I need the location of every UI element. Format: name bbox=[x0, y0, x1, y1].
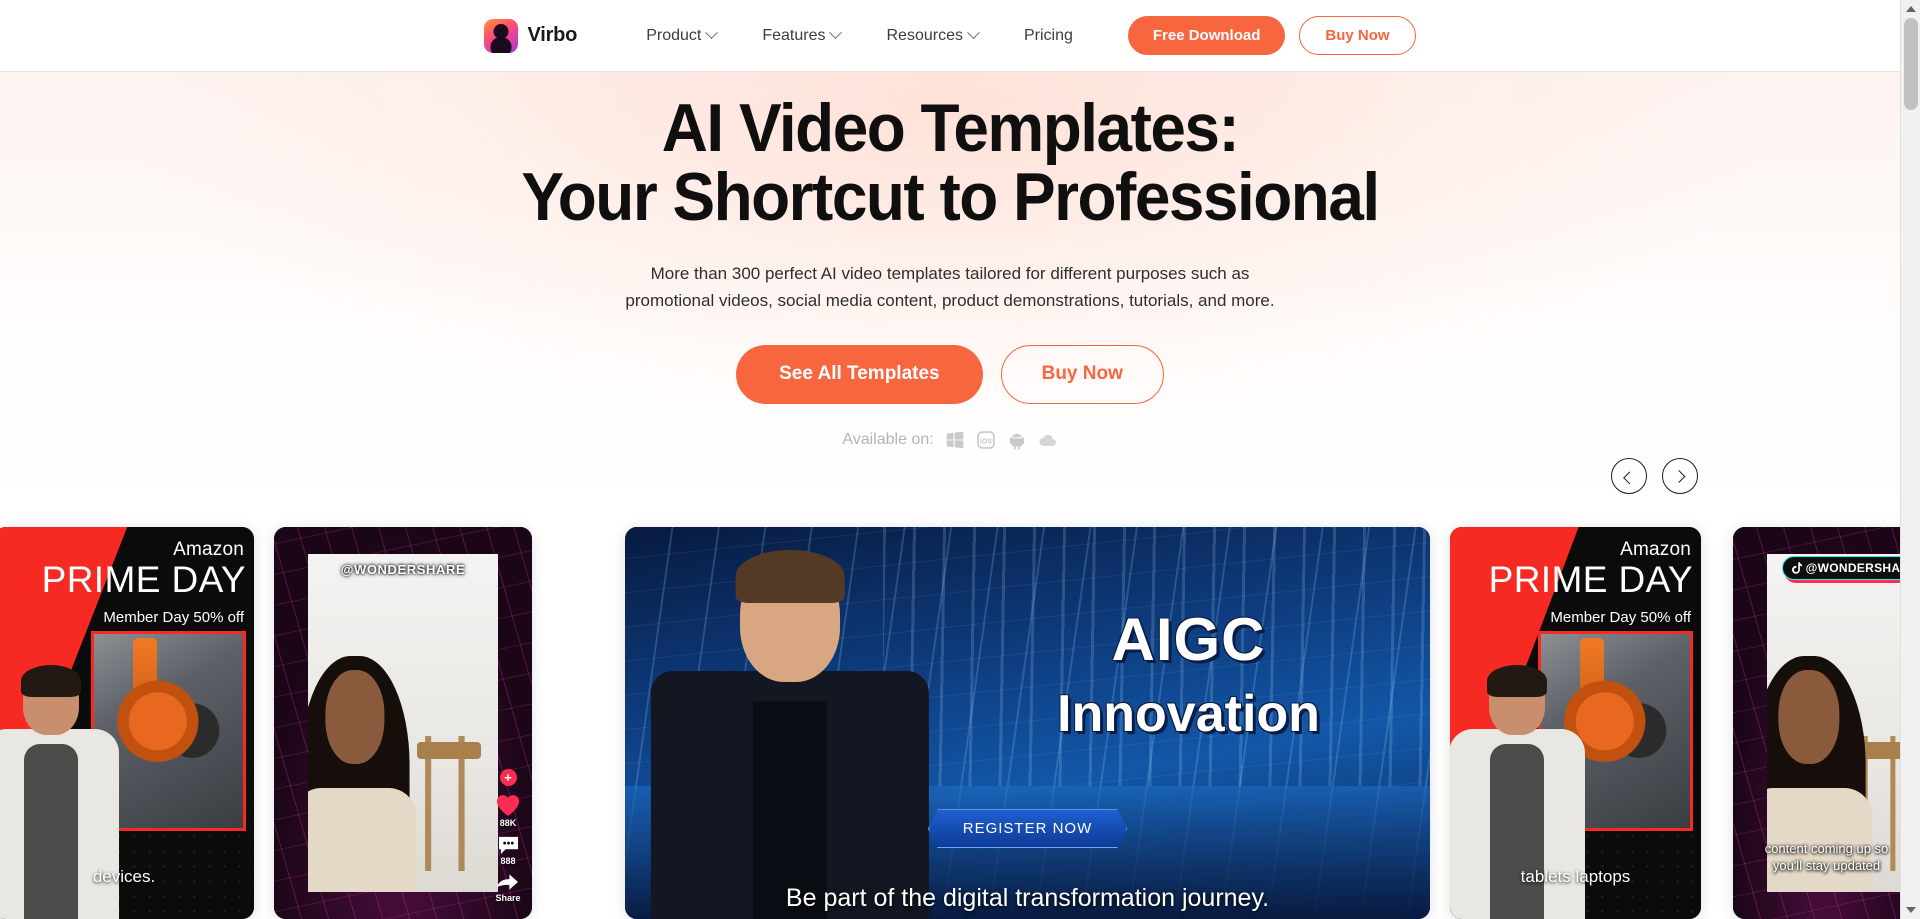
heart-icon bbox=[496, 795, 520, 816]
available-platforms: Available on: iOS bbox=[0, 430, 1900, 450]
scroll-down-button[interactable] bbox=[1901, 901, 1920, 919]
headphone-cup bbox=[114, 649, 223, 805]
cloud-icon bbox=[1039, 434, 1056, 446]
hero-cta-group: See All Templates Buy Now bbox=[0, 344, 1900, 404]
presenter-avatar bbox=[307, 655, 417, 892]
register-now-button[interactable]: REGISTER NOW bbox=[927, 809, 1128, 849]
brand-name: Virbo bbox=[527, 24, 578, 46]
card2-handle: @WONDERSHARE bbox=[340, 562, 466, 578]
presenter-tee bbox=[1490, 744, 1544, 919]
windows-icon bbox=[946, 431, 963, 449]
nav-item-pricing-label: Pricing bbox=[1023, 26, 1073, 44]
follow-button[interactable]: + bbox=[499, 769, 517, 786]
template-carousel: Amazon PRIME DAY Member Day 50% off devi… bbox=[0, 527, 1920, 919]
page-title: AI Video Templates: Your Shortcut to Pro… bbox=[57, 90, 1843, 236]
aigc-headline: AIGC bbox=[1111, 606, 1266, 674]
header-buy-now-button[interactable]: Buy Now bbox=[1299, 16, 1416, 55]
like-button[interactable]: 88K bbox=[495, 793, 521, 828]
see-all-templates-button[interactable]: See All Templates bbox=[736, 344, 983, 404]
brand-logo[interactable]: Virbo bbox=[484, 18, 578, 53]
hero-subtitle-line-1: More than 300 perfect AI video templates… bbox=[650, 263, 1250, 283]
chevron-right-icon bbox=[1672, 469, 1685, 483]
carousel-prev-button[interactable] bbox=[1611, 458, 1647, 494]
hero-title-line-2: Your Shortcut to Professional bbox=[521, 159, 1380, 236]
aigc-artwork: AIGC Innovation REGISTER NOW bbox=[625, 527, 1430, 919]
triangle-up-icon bbox=[1906, 6, 1916, 12]
tiktok-video-frame bbox=[307, 554, 499, 892]
nav-item-features[interactable]: Features bbox=[739, 16, 863, 56]
template-card-featured[interactable]: AIGC Innovation REGISTER NOW Be part of … bbox=[625, 527, 1430, 919]
share-arrow-icon bbox=[497, 874, 519, 890]
prime-day-artwork: Amazon PRIME DAY Member Day 50% off bbox=[1450, 527, 1701, 919]
svg-text:iOS: iOS bbox=[980, 437, 992, 445]
card4-amazon-label: Amazon bbox=[1620, 539, 1691, 560]
tiktok-action-rail: + 88K 888 Share bbox=[487, 769, 529, 903]
template-card[interactable]: @WONDERSHARE + 88K 888 Share bbox=[274, 527, 532, 919]
comment-icon bbox=[498, 836, 518, 855]
template-card[interactable]: @WONDERSHAR content coming up so you'll … bbox=[1733, 527, 1920, 919]
chevron-down-icon bbox=[829, 26, 843, 40]
hero-buy-now-button[interactable]: Buy Now bbox=[1000, 344, 1164, 404]
presenter-head bbox=[1778, 669, 1840, 765]
card5-handle: @WONDERSHAR bbox=[1805, 561, 1910, 576]
nav-item-pricing[interactable]: Pricing bbox=[1001, 16, 1096, 56]
stool-prop bbox=[410, 736, 487, 872]
card5-caption-line-1: content coming up so bbox=[1764, 841, 1889, 857]
card3-caption: Be part of the digital transformation jo… bbox=[785, 884, 1270, 912]
comment-button[interactable]: 888 bbox=[497, 835, 520, 866]
nav-item-product-label: Product bbox=[646, 26, 702, 44]
presenter-hair bbox=[1487, 665, 1547, 697]
carousel-next-button[interactable] bbox=[1662, 458, 1698, 494]
template-card[interactable]: Amazon PRIME DAY Member Day 50% off devi… bbox=[0, 527, 254, 919]
card1-caption: devices. bbox=[92, 867, 156, 886]
chevron-left-icon bbox=[1622, 471, 1636, 484]
aigc-subheadline: Innovation bbox=[1057, 684, 1320, 743]
presenter-sweater bbox=[1766, 787, 1873, 892]
card4-caption: tablets laptops bbox=[1520, 867, 1631, 886]
hero-title-line-1: AI Video Templates: bbox=[661, 90, 1240, 166]
presenter-sweater bbox=[307, 787, 417, 892]
nav-item-resources-label: Resources bbox=[886, 26, 963, 44]
nav-container: Virbo Product Features Resources Pricing… bbox=[484, 16, 1416, 56]
card1-amazon-label: Amazon bbox=[173, 539, 244, 560]
card4-member-offer: Member Day 50% off bbox=[1550, 609, 1691, 626]
page-scrollbar[interactable] bbox=[1900, 0, 1920, 919]
presenter-hair bbox=[735, 550, 845, 603]
share-button[interactable]: Share bbox=[495, 873, 521, 903]
card5-caption-line-2: you'll stay updated bbox=[1772, 858, 1881, 874]
tiktok-note-icon bbox=[1791, 562, 1802, 574]
share-label: Share bbox=[495, 893, 521, 903]
hero-subtitle-line-2: promotional videos, social media content… bbox=[625, 291, 1275, 311]
triangle-down-icon bbox=[1906, 907, 1916, 913]
card4-prime-day-title: PRIME DAY bbox=[1488, 559, 1693, 600]
like-count: 88K bbox=[499, 818, 517, 828]
virbo-logo-icon bbox=[484, 18, 519, 53]
scroll-up-button[interactable] bbox=[1901, 0, 1920, 18]
available-on-label: Available on: bbox=[842, 430, 934, 448]
android-icon bbox=[1009, 433, 1024, 450]
presenter-hair bbox=[21, 665, 81, 697]
comment-count: 888 bbox=[500, 856, 516, 866]
card1-prime-day-title: PRIME DAY bbox=[41, 559, 246, 600]
card1-member-offer: Member Day 50% off bbox=[103, 609, 244, 626]
site-header: Virbo Product Features Resources Pricing… bbox=[0, 0, 1900, 72]
nav-item-resources[interactable]: Resources bbox=[863, 16, 1000, 56]
ios-icon: iOS bbox=[976, 431, 995, 449]
card5-caption: content coming up so you'll stay updated bbox=[1737, 841, 1916, 875]
carousel-controls bbox=[1611, 458, 1698, 494]
scrollbar-thumb[interactable] bbox=[1904, 18, 1918, 110]
free-download-button[interactable]: Free Download bbox=[1127, 16, 1286, 55]
page-root: Virbo Product Features Resources Pricing… bbox=[0, 0, 1920, 919]
chevron-down-icon bbox=[967, 26, 980, 40]
plus-icon: + bbox=[499, 769, 517, 786]
chevron-down-icon bbox=[705, 26, 719, 40]
prime-day-artwork: Amazon PRIME DAY Member Day 50% off bbox=[0, 527, 254, 919]
nav-item-features-label: Features bbox=[762, 26, 826, 44]
template-card[interactable]: Amazon PRIME DAY Member Day 50% off tabl… bbox=[1450, 527, 1701, 919]
presenter-avatar bbox=[650, 543, 930, 919]
presenter-tee bbox=[24, 744, 78, 919]
hero-subtitle: More than 300 perfect AI video templates… bbox=[0, 260, 1900, 315]
presenter-head bbox=[325, 669, 385, 765]
nav-item-product[interactable]: Product bbox=[623, 16, 739, 56]
